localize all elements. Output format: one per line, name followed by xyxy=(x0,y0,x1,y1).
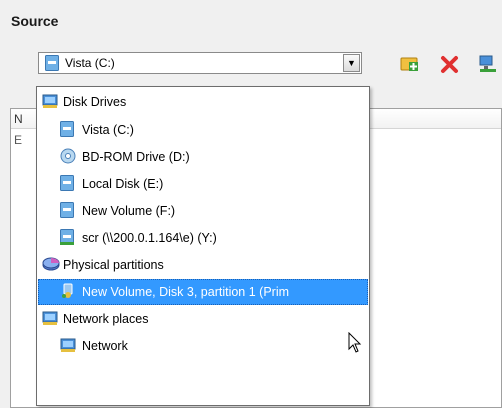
list-item-scr-y[interactable]: scr (\\200.0.1.164\e) (Y:) xyxy=(38,225,368,251)
drive-icon xyxy=(60,175,74,194)
list-item-network[interactable]: Network xyxy=(38,333,368,359)
list-item-local-disk-e[interactable]: Local Disk (E:) xyxy=(38,171,368,197)
network-drive-icon xyxy=(60,229,74,248)
source-dropdown-list[interactable]: Disk Drives Vista (C:) BD-ROM Drive (D:)… xyxy=(36,86,370,406)
network-places-icon xyxy=(42,310,58,329)
list-item-label: Vista (C:) xyxy=(82,123,134,137)
list-item-label: Local Disk (E:) xyxy=(82,177,164,191)
list-item-label: BD-ROM Drive (D:) xyxy=(82,150,190,164)
source-title: Source xyxy=(11,13,59,29)
group-label: Physical partitions xyxy=(63,258,164,272)
disc-icon xyxy=(60,148,76,167)
source-combobox[interactable]: Vista (C:) ▼ xyxy=(38,52,362,74)
network-icon xyxy=(60,337,76,356)
chevron-down-icon[interactable]: ▼ xyxy=(343,54,360,72)
combobox-value: Vista (C:) xyxy=(65,56,115,70)
mouse-cursor-icon xyxy=(348,331,362,357)
group-label: Disk Drives xyxy=(63,95,127,109)
column-header-label: N xyxy=(14,112,23,126)
group-network-places: Network places xyxy=(38,306,368,332)
partitions-icon xyxy=(42,256,60,275)
list-item-new-volume-f[interactable]: New Volume (F:) xyxy=(38,198,368,224)
drive-icon xyxy=(60,202,74,221)
group-disk-drives: Disk Drives xyxy=(38,89,368,115)
drive-icon xyxy=(60,121,74,140)
list-item-label: New Volume, Disk 3, partition 1 (Prim xyxy=(82,285,290,299)
list-item-label: Network xyxy=(82,339,128,353)
group-label: Network places xyxy=(63,312,149,326)
tree-expander[interactable]: E xyxy=(14,133,22,147)
add-icon[interactable] xyxy=(400,54,420,74)
list-item-label: scr (\\200.0.1.164\e) (Y:) xyxy=(82,231,217,245)
disk-drives-icon xyxy=(42,93,58,112)
list-item-label: New Volume (F:) xyxy=(82,204,176,218)
list-item-vista-c[interactable]: Vista (C:) xyxy=(38,117,368,143)
list-item-bd-rom-d[interactable]: BD-ROM Drive (D:) xyxy=(38,144,368,170)
network-icon[interactable] xyxy=(478,54,498,74)
group-physical-partitions: Physical partitions xyxy=(38,252,368,278)
partition-icon xyxy=(60,283,76,302)
delete-icon[interactable] xyxy=(440,54,460,74)
list-item-new-volume-disk3-partition1[interactable]: New Volume, Disk 3, partition 1 (Prim xyxy=(38,279,368,305)
drive-icon xyxy=(45,55,59,74)
